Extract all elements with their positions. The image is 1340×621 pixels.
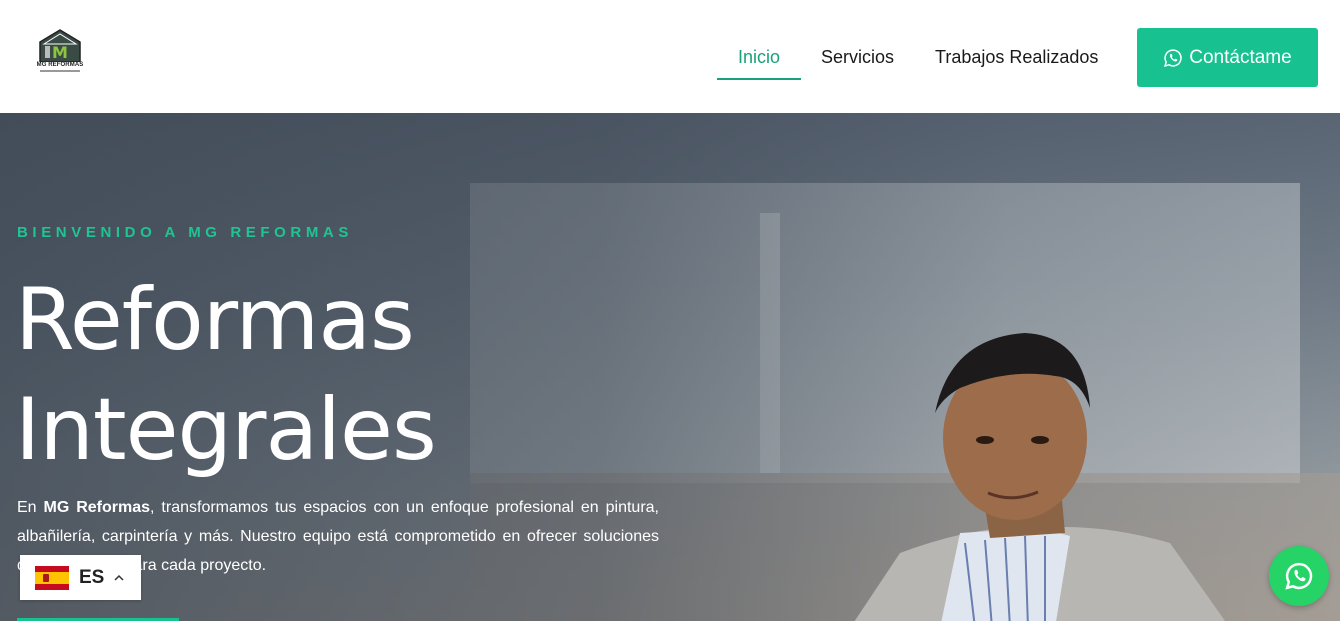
hero-title-line2: Integrales: [15, 380, 437, 480]
site-header: M MG REFORMAS Inicio Servicios Trabajos …: [0, 0, 1340, 113]
person-photo: [854, 333, 1226, 621]
language-switcher[interactable]: ES: [20, 555, 141, 600]
hero-title: Reformas Integrales: [15, 265, 437, 485]
language-code: ES: [79, 566, 105, 588]
contact-button-label: Contáctame: [1189, 46, 1292, 68]
logo-underline: [40, 70, 80, 72]
whatsapp-icon: [1164, 48, 1182, 67]
contact-button[interactable]: Contáctame: [1137, 28, 1318, 87]
desc-pre: En: [17, 499, 44, 516]
hero-eyebrow: BIENVENIDO A MG REFORMAS: [17, 224, 353, 241]
whatsapp-float-button[interactable]: [1269, 546, 1329, 606]
logo[interactable]: M MG REFORMAS: [36, 28, 84, 78]
nav-inicio[interactable]: Inicio: [717, 44, 801, 80]
desc-brand: MG Reformas: [43, 499, 151, 516]
chevron-up-icon: [114, 574, 124, 581]
hero-title-line1: Reformas: [15, 270, 415, 370]
svg-text:M: M: [52, 43, 68, 62]
spain-flag-icon: [35, 565, 69, 590]
nav-servicios[interactable]: Servicios: [821, 44, 894, 80]
logo-text: MG REFORMAS: [36, 62, 84, 68]
nav-trabajos-realizados[interactable]: Trabajos Realizados: [935, 44, 1098, 80]
whatsapp-icon: [1285, 562, 1313, 590]
hero-section: BIENVENIDO A MG REFORMAS Reformas Integr…: [0, 113, 1340, 621]
house-logo-icon: M: [39, 29, 81, 63]
